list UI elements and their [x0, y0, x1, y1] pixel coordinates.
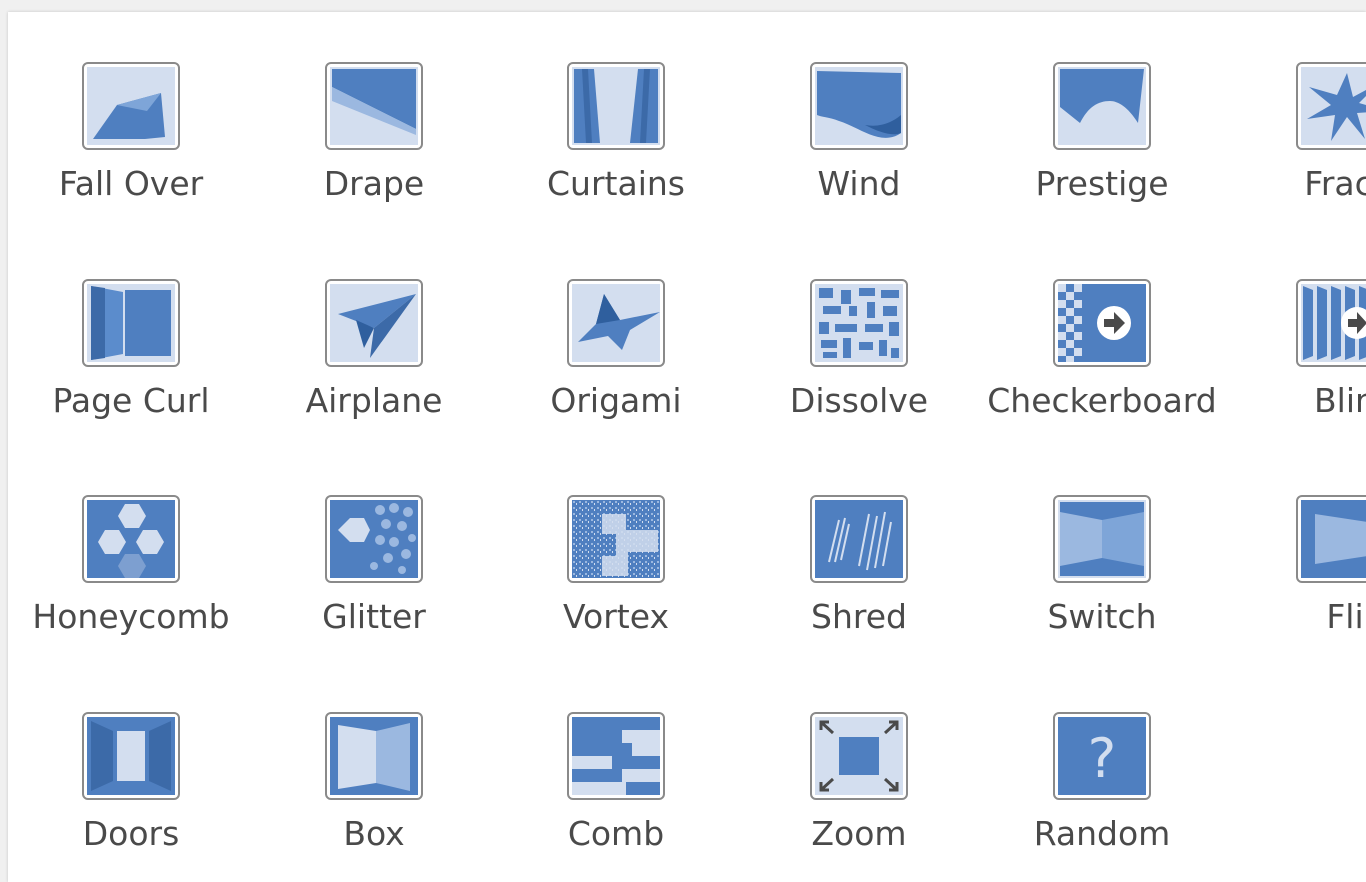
transitions-gallery: Fall Over Drape Curtains Wind Prestige F… [8, 12, 1366, 882]
transition-shred[interactable]: Shred [739, 495, 979, 675]
glitter-icon [325, 495, 423, 583]
transition-switch[interactable]: Switch [982, 495, 1222, 675]
transition-prestige[interactable]: Prestige [982, 62, 1222, 242]
prestige-icon [1053, 62, 1151, 150]
honeycomb-icon [82, 495, 180, 583]
transition-random[interactable]: ? Random [982, 712, 1222, 882]
airplane-icon [325, 279, 423, 367]
box-icon [325, 712, 423, 800]
shred-icon [810, 495, 908, 583]
transition-glitter[interactable]: Glitter [254, 495, 494, 675]
transition-curtains[interactable]: Curtains [496, 62, 736, 242]
fracture-icon [1296, 62, 1366, 150]
wind-icon [810, 62, 908, 150]
transition-flip[interactable]: Fli [1225, 495, 1366, 675]
random-icon: ? [1053, 712, 1151, 800]
transition-page-curl[interactable]: Page Curl [11, 279, 251, 459]
transition-vortex[interactable]: Vortex [496, 495, 736, 675]
transition-drape[interactable]: Drape [254, 62, 494, 242]
zoom-icon [810, 712, 908, 800]
transition-zoom[interactable]: Zoom [739, 712, 979, 882]
transition-dissolve[interactable]: Dissolve [739, 279, 979, 459]
page-curl-icon [82, 279, 180, 367]
transition-box[interactable]: Box [254, 712, 494, 882]
origami-icon [567, 279, 665, 367]
svg-text:?: ? [1088, 727, 1117, 790]
checkerboard-icon [1053, 279, 1151, 367]
transition-fall-over[interactable]: Fall Over [11, 62, 251, 242]
dissolve-icon [810, 279, 908, 367]
fall-over-icon [82, 62, 180, 150]
drape-icon [325, 62, 423, 150]
transition-honeycomb[interactable]: Honeycomb [11, 495, 251, 675]
blinds-icon [1296, 279, 1366, 367]
transition-fracture[interactable]: Fract [1225, 62, 1366, 242]
comb-icon [567, 712, 665, 800]
transition-blinds[interactable]: Blin [1225, 279, 1366, 459]
transition-checkerboard[interactable]: Checkerboard [982, 279, 1222, 459]
transition-wind[interactable]: Wind [739, 62, 979, 242]
transition-origami[interactable]: Origami [496, 279, 736, 459]
doors-icon [82, 712, 180, 800]
switch-icon [1053, 495, 1151, 583]
flip-icon [1296, 495, 1366, 583]
vortex-icon [567, 495, 665, 583]
transition-airplane[interactable]: Airplane [254, 279, 494, 459]
transition-comb[interactable]: Comb [496, 712, 736, 882]
curtains-icon [567, 62, 665, 150]
transition-doors[interactable]: Doors [11, 712, 251, 882]
